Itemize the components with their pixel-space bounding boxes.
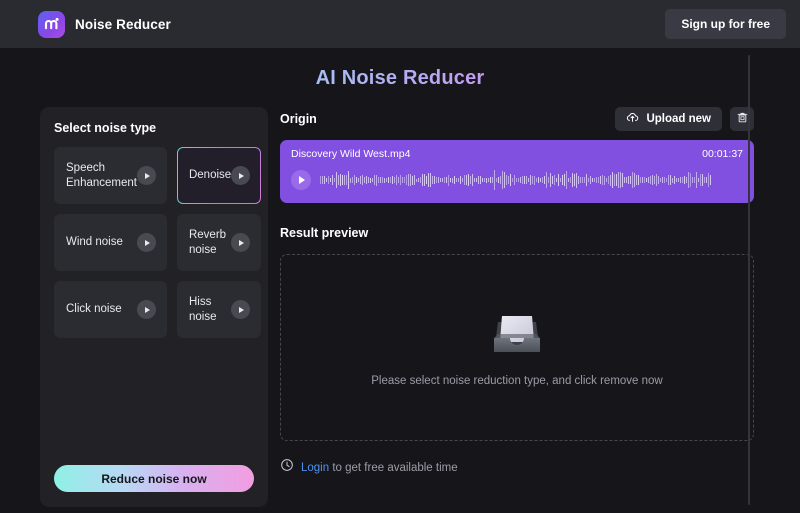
app-header: Noise Reducer Sign up for free — [0, 0, 800, 48]
audio-waveform[interactable] — [320, 169, 743, 191]
player-controls-row — [291, 169, 743, 191]
page-scrollbar[interactable] — [748, 55, 750, 505]
origin-title: Origin — [280, 112, 317, 126]
play-icon[interactable] — [136, 166, 156, 185]
play-icon[interactable] — [136, 233, 156, 252]
noise-type-hiss-noise[interactable]: Hiss noise — [176, 281, 262, 338]
noise-type-label: Reverb noise — [188, 228, 227, 256]
sign-up-button[interactable]: Sign up for free — [665, 9, 786, 39]
noise-type-panel: Select noise type Speech Enhancement Den… — [40, 107, 268, 507]
delete-button[interactable] — [730, 107, 754, 131]
result-header-row: Result preview — [280, 221, 754, 245]
main-content: Select noise type Speech Enhancement Den… — [0, 107, 800, 507]
audio-file-name: Discovery Wild West.mp4 — [291, 148, 411, 160]
noise-type-denoise[interactable]: Denoise — [177, 147, 261, 204]
play-icon[interactable] — [231, 233, 251, 252]
play-icon[interactable] — [231, 300, 251, 319]
origin-header-row: Origin Upload new — [280, 107, 754, 131]
noise-type-label: Hiss noise — [188, 295, 217, 323]
clock-icon — [280, 458, 294, 477]
audio-duration: 00:01:37 — [702, 148, 743, 160]
brand-name: Noise Reducer — [75, 16, 171, 32]
result-title: Result preview — [280, 226, 369, 240]
login-link[interactable]: Login — [301, 462, 329, 474]
noise-type-panel-title: Select noise type — [54, 121, 157, 135]
noise-type-wind-noise[interactable]: Wind noise — [54, 214, 167, 271]
cloud-upload-icon — [626, 111, 639, 127]
origin-actions: Upload new — [615, 107, 754, 131]
noise-type-label: Click noise — [66, 303, 122, 315]
trash-icon — [736, 111, 749, 127]
empty-tray-icon — [488, 308, 546, 361]
noise-type-label: Speech Enhancement — [66, 161, 137, 189]
result-empty-text: Please select noise reduction type, and … — [371, 375, 663, 387]
media-io-logo-icon — [38, 10, 65, 38]
origin-audio-player[interactable]: Discovery Wild West.mp4 00:01:37 — [280, 140, 754, 203]
noise-type-label: Wind noise — [66, 236, 123, 248]
upload-new-button[interactable]: Upload new — [615, 107, 722, 131]
play-icon[interactable] — [136, 300, 156, 319]
noise-type-label: Denoise — [188, 169, 232, 181]
login-hint-suffix: to get free available time — [329, 461, 458, 474]
login-hint: Login to get free available time — [280, 458, 754, 477]
result-preview-box: Please select noise reduction type, and … — [280, 254, 754, 441]
login-hint-text: Login to get free available time — [301, 462, 458, 474]
noise-type-speech-enhancement[interactable]: Speech Enhancement — [54, 147, 167, 204]
noise-type-reverb-noise[interactable]: Reverb noise — [176, 214, 262, 271]
noise-type-click-noise[interactable]: Click noise — [54, 281, 167, 338]
player-info-row: Discovery Wild West.mp4 00:01:37 — [291, 148, 743, 160]
reduce-noise-button[interactable]: Reduce noise now — [54, 465, 254, 492]
play-icon[interactable] — [231, 166, 251, 185]
audio-play-button[interactable] — [291, 170, 311, 190]
page-title: AI Noise Reducer — [0, 67, 800, 90]
origin-result-panel: Origin Upload new Discovery Wild West.mp… — [280, 107, 754, 507]
brand: Noise Reducer — [38, 10, 171, 38]
upload-new-label: Upload new — [646, 113, 711, 125]
noise-type-grid: Speech Enhancement Denoise Wind noise Re… — [54, 147, 262, 338]
